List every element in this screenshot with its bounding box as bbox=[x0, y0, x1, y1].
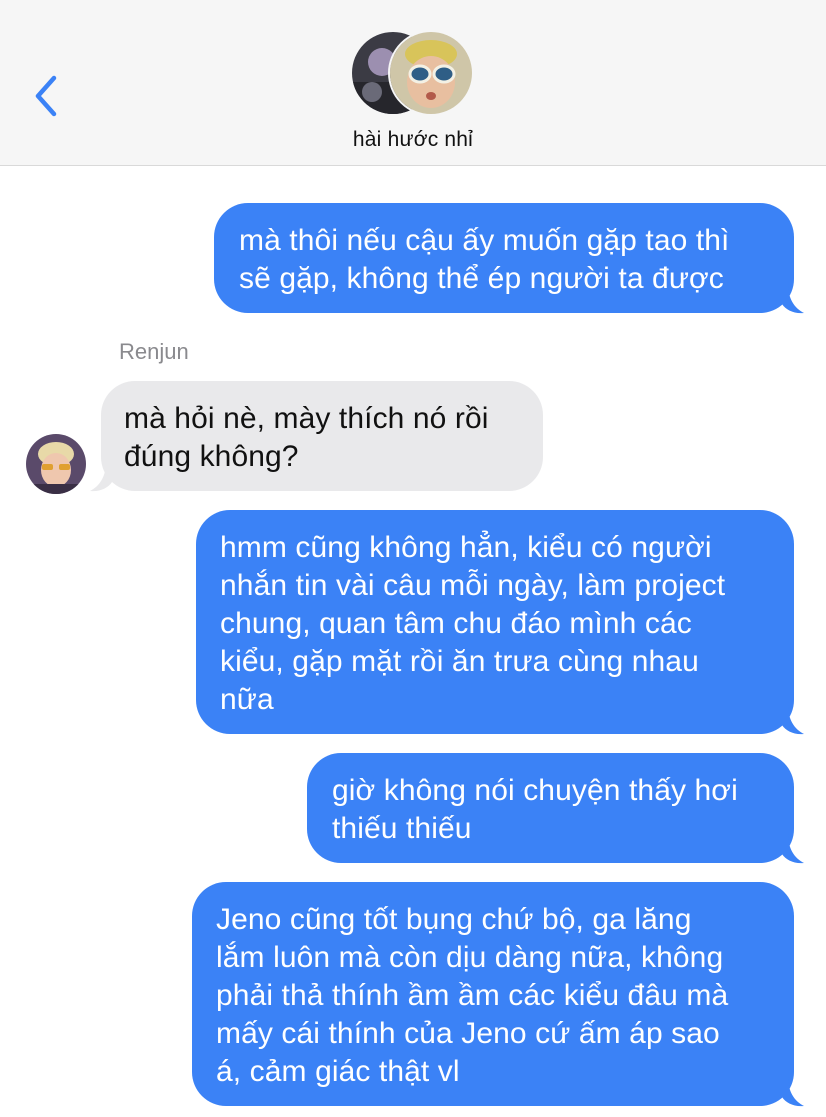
bubble-tail bbox=[782, 705, 804, 735]
message-text-line: mà hỏi nè, mày thích nó rồi bbox=[124, 402, 489, 435]
message-bubble-outgoing[interactable]: giờ không nói chuyện thấy hơi thiếu thiế… bbox=[307, 753, 794, 863]
message-bubble-outgoing[interactable]: hmm cũng không hẳn, kiểu có người nhắn t… bbox=[196, 510, 794, 734]
bubble-tail bbox=[782, 1077, 804, 1107]
message-text-line: giờ không nói chuyện thấy hơi bbox=[332, 774, 738, 807]
message-bubble-outgoing[interactable]: Jeno cũng tốt bụng chứ bộ, ga lăng lắm l… bbox=[192, 882, 794, 1106]
chevron-left-icon bbox=[35, 75, 57, 117]
sender-avatar[interactable] bbox=[26, 434, 86, 494]
message-text-line: thiếu thiếu bbox=[332, 812, 472, 845]
message-text-line: lắm luôn mà còn dịu dàng nữa, không bbox=[216, 941, 724, 974]
bubble-tail bbox=[782, 284, 804, 314]
group-avatar[interactable] bbox=[350, 30, 480, 116]
message-bubble-incoming[interactable]: mà hỏi nè, mày thích nó rồi đúng không? bbox=[101, 381, 543, 491]
conversation-header: hài hước nhỉ bbox=[0, 0, 826, 166]
message-text-line: Jeno cũng tốt bụng chứ bộ, ga lăng bbox=[216, 903, 692, 936]
message-text-line: đúng không? bbox=[124, 440, 299, 473]
message-text-line: phải thả thính ầm ầm các kiểu đâu mà bbox=[216, 979, 729, 1012]
message-text-line: sẽ gặp, không thể ép người ta được bbox=[239, 262, 724, 295]
bubble-tail bbox=[90, 462, 112, 492]
message-text-line: á, cảm giác thật vl bbox=[216, 1055, 460, 1088]
bubble-tail bbox=[782, 834, 804, 864]
sender-name: Renjun bbox=[119, 339, 189, 364]
message-text-line: chung, quan tâm chu đáo mình các bbox=[220, 607, 692, 640]
message-text-line: hmm cũng không hẳn, kiểu có người bbox=[220, 531, 712, 564]
member-avatar bbox=[388, 30, 474, 116]
message-text-line: nữa bbox=[220, 683, 274, 716]
message-bubble-outgoing[interactable]: mà thôi nếu cậu ấy muốn gặp tao thì sẽ g… bbox=[214, 203, 794, 313]
conversation-title: hài hước nhỉ bbox=[352, 128, 474, 151]
back-button[interactable] bbox=[28, 72, 68, 120]
message-text-line: kiểu, gặp mặt rồi ăn trưa cùng nhau bbox=[220, 645, 699, 678]
message-text-line: mấy cái thính của Jeno cứ ấm áp sao bbox=[216, 1017, 720, 1050]
message-text-line: mà thôi nếu cậu ấy muốn gặp tao thì bbox=[239, 224, 730, 257]
message-text-line: nhắn tin vài câu mỗi ngày, làm project bbox=[220, 569, 726, 602]
